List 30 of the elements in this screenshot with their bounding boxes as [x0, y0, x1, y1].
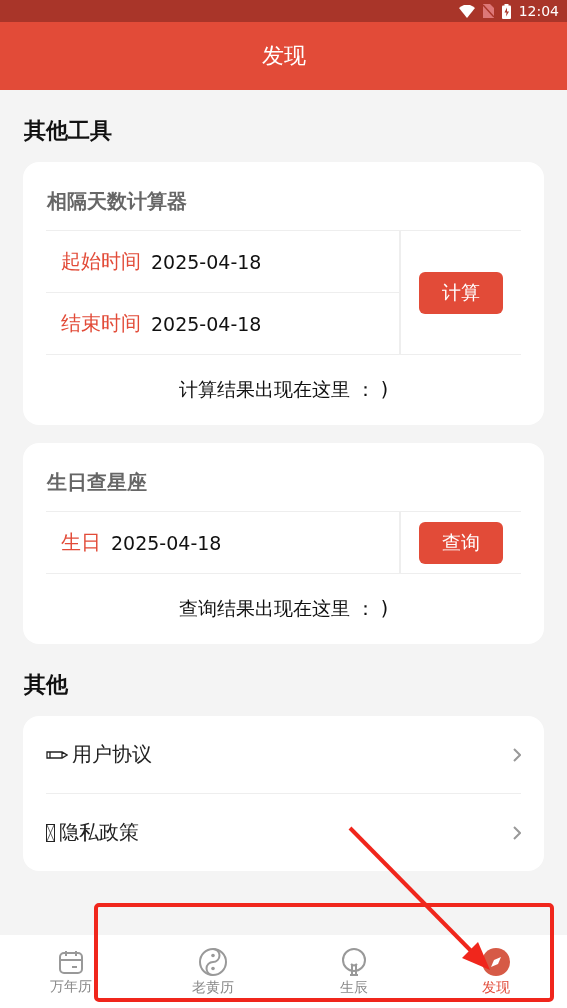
chevron-right-icon[interactable]	[513, 825, 521, 840]
card-title: 相隔天数计算器	[46, 188, 188, 215]
action-button[interactable]: 查询	[419, 521, 503, 564]
yin-yang-icon	[197, 946, 228, 977]
chevron-right-icon[interactable]	[513, 747, 521, 762]
missing-glyph-icon	[46, 823, 55, 842]
date-value[interactable]: 2025-04-18	[151, 312, 262, 335]
tab[interactable]: 生辰	[283, 935, 426, 1008]
section-heading: 其他	[24, 671, 69, 699]
no-sim-icon	[482, 4, 494, 18]
date-value[interactable]: 2025-04-18	[151, 250, 262, 273]
tab[interactable]: 万年历	[0, 935, 142, 1008]
field-label: 起始时间	[61, 248, 141, 275]
section-heading: 其他工具	[24, 117, 113, 145]
date-value[interactable]: 2025-04-18	[111, 531, 222, 554]
battery-icon	[501, 3, 511, 19]
page-title: 发现	[261, 42, 306, 70]
tab[interactable]: 老黄历	[141, 935, 284, 1008]
action-button[interactable]: 计算	[419, 271, 503, 314]
compass-icon	[481, 946, 512, 977]
card-title: 生日查星座	[46, 469, 148, 496]
status-time: 12:04	[518, 3, 559, 19]
menu-item-label[interactable]: 隐私政策	[59, 819, 509, 846]
field-label: 结束时间	[61, 310, 141, 337]
field-label: 生日	[61, 529, 101, 556]
result-text: 计算结果出现在这里 ： )	[178, 377, 389, 402]
wifi-icon	[458, 4, 475, 18]
menu-item-label[interactable]: 用户协议	[72, 741, 509, 768]
pencil-icon	[46, 748, 68, 761]
result-text: 查询结果出现在这里 ： )	[178, 596, 389, 621]
